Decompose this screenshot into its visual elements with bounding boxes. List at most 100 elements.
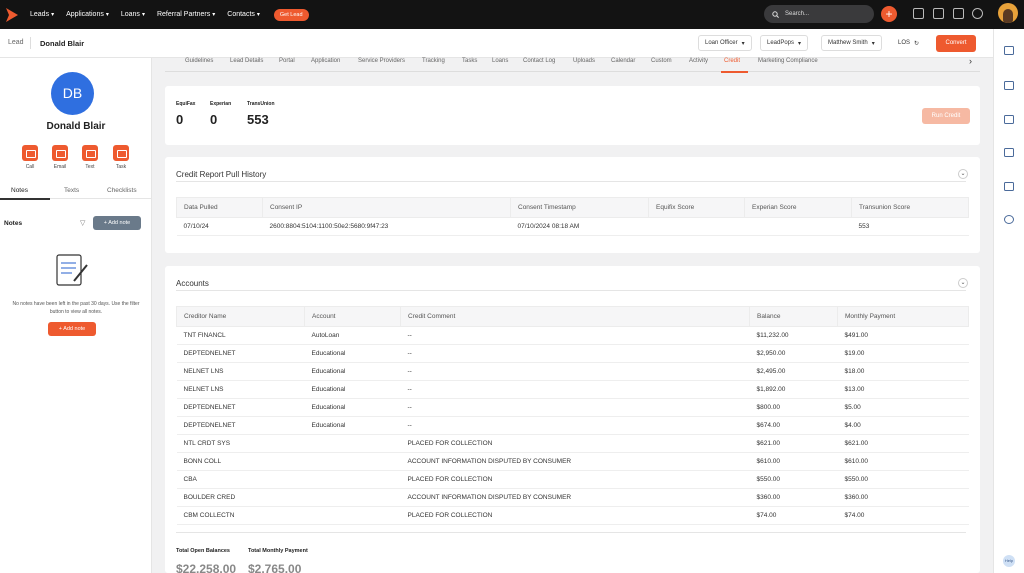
add-note-button[interactable]: + Add note — [93, 216, 141, 230]
tab-lead-details[interactable]: Lead Details — [230, 58, 263, 64]
text-button[interactable]: Text — [80, 145, 100, 170]
phone-icon[interactable] — [1004, 215, 1014, 224]
column-header: Credit Comment — [400, 306, 750, 327]
notes-icon[interactable] — [1004, 46, 1014, 55]
collapse-icon[interactable]: ⌄ — [958, 278, 968, 288]
call-button[interactable]: Call — [20, 145, 40, 170]
table-cell — [304, 470, 401, 489]
leadpops-select[interactable]: LeadPops ▾ — [760, 35, 809, 51]
nav-loans[interactable]: Loans ▾ — [121, 11, 145, 18]
email-button[interactable]: Email — [50, 145, 70, 170]
table-cell: $74.00 — [837, 506, 969, 525]
task-button[interactable]: Task — [111, 145, 131, 170]
table-cell: $674.00 — [749, 416, 838, 435]
column-header: Equifix Score — [648, 197, 745, 218]
table-row: BONN COLL ACCOUNT INFORMATION DISPUTED BY… — [176, 452, 969, 471]
breadcrumb-lead[interactable]: Lead — [8, 39, 24, 46]
tab-tasks[interactable]: Tasks — [462, 58, 477, 64]
table-cell: $550.00 — [837, 470, 969, 489]
tab-application[interactable]: Application — [311, 58, 340, 64]
table-cell: DEPTEDNELNET — [176, 416, 305, 435]
add-note-button-empty[interactable]: + Add note — [48, 322, 96, 336]
nav-leads[interactable]: Leads ▾ — [30, 11, 54, 18]
document-icon[interactable] — [933, 8, 944, 19]
chevron-down-icon: ▾ — [141, 12, 145, 18]
nav-contacts[interactable]: Contacts ▾ — [227, 11, 260, 18]
column-header: Creditor Name — [176, 306, 305, 327]
table-cell: BONN COLL — [176, 452, 305, 471]
checklist-icon[interactable] — [1004, 81, 1014, 90]
table-cell: -- — [400, 326, 750, 345]
filter-icon[interactable]: ▽ — [80, 219, 85, 227]
column-header: Balance — [749, 306, 838, 327]
avatar: DB — [51, 72, 94, 115]
header-bar: Lead Donald Blair Loan Officer ▾ LeadPops… — [0, 29, 993, 58]
table-cell: $550.00 — [749, 470, 838, 489]
monitor-icon[interactable] — [953, 8, 964, 19]
tab-activity[interactable]: Activity — [689, 58, 708, 64]
tab-service-providers[interactable]: Service Providers — [358, 58, 405, 64]
tab-loans[interactable]: Loans — [492, 58, 508, 64]
convert-button[interactable]: Convert — [936, 35, 976, 52]
message-icon[interactable] — [1004, 182, 1014, 191]
phone-icon — [22, 145, 38, 161]
chevron-down-icon: ▾ — [256, 12, 260, 18]
table-cell: 553 — [851, 217, 969, 236]
tab-tracking[interactable]: Tracking — [422, 58, 445, 64]
column-header: Account — [304, 306, 401, 327]
column-header: Data Pulled — [176, 197, 263, 218]
table-cell: ACCOUNT INFORMATION DISPUTED BY CONSUMER — [400, 488, 750, 507]
loan-officer-select[interactable]: Loan Officer ▾ — [698, 35, 752, 51]
refresh-icon: ↻ — [914, 40, 920, 47]
logo-icon[interactable] — [6, 7, 18, 22]
tab-credit[interactable]: Credit — [724, 58, 740, 64]
tab-uploads[interactable]: Uploads — [573, 58, 595, 64]
history-table: Data Pulled Consent IP Consent Timestamp… — [176, 197, 969, 236]
page-title: Donald Blair — [40, 39, 85, 48]
tab-custom[interactable]: Custom — [651, 58, 672, 64]
calculator-icon[interactable] — [913, 8, 924, 19]
chevron-down-icon: ▾ — [212, 12, 216, 18]
gear-icon[interactable] — [972, 8, 983, 19]
user-select[interactable]: Matthew Smith ▾ — [821, 35, 882, 51]
accounts-card: Accounts ⌄ Creditor Name Account Credit … — [165, 266, 980, 573]
chevron-right-icon[interactable]: › — [969, 56, 972, 66]
tab-guidelines[interactable]: Guidelines — [185, 58, 213, 64]
tab-contact-log[interactable]: Contact Log — [523, 58, 555, 64]
credit-pull-history-card: Credit Report Pull History ⌄ Data Pulled… — [165, 157, 980, 253]
breadcrumb-divider — [30, 37, 31, 49]
tab-marketing-compliance[interactable]: Marketing Compliance — [758, 58, 818, 64]
collapse-icon[interactable]: ⌄ — [958, 169, 968, 179]
nav-referral-partners[interactable]: Referral Partners ▾ — [157, 11, 215, 18]
nav-applications[interactable]: Applications ▾ — [66, 11, 109, 18]
help-button[interactable]: Help — [1003, 555, 1015, 567]
user-avatar[interactable] — [998, 3, 1018, 23]
table-cell: -- — [400, 398, 750, 417]
tab-checklists[interactable]: Checklists — [107, 187, 137, 194]
search-input[interactable]: Search... — [764, 5, 874, 23]
los-button[interactable]: LOS ↻ — [892, 35, 925, 51]
chevron-down-icon: ▾ — [871, 40, 875, 47]
add-button[interactable]: + — [881, 6, 897, 22]
tab-notes[interactable]: Notes — [11, 187, 28, 194]
divider — [176, 181, 966, 182]
get-lead-button[interactable]: Get Lead — [273, 8, 309, 21]
run-credit-button[interactable]: Run Credit — [922, 108, 970, 124]
tab-portal[interactable]: Portal — [279, 58, 295, 64]
table-cell: Educational — [304, 362, 401, 381]
tab-texts[interactable]: Texts — [64, 187, 79, 194]
table-row: BOULDER CRED ACCOUNT INFORMATION DISPUTED… — [176, 488, 969, 507]
table-cell: $360.00 — [837, 488, 969, 507]
table-cell: $11,232.00 — [749, 326, 838, 345]
table-cell: 07/10/2024 08:18 AM — [510, 217, 649, 236]
table-cell: $18.00 — [837, 362, 969, 381]
table-cell — [304, 506, 401, 525]
table-cell: ACCOUNT INFORMATION DISPUTED BY CONSUMER — [400, 452, 750, 471]
chevron-down-icon: ▾ — [105, 12, 109, 18]
tab-calendar[interactable]: Calendar — [611, 58, 635, 64]
table-cell: $2,950.00 — [749, 344, 838, 363]
calendar-icon[interactable] — [1004, 115, 1014, 124]
chevron-down-icon: ▾ — [51, 12, 55, 18]
mail-icon[interactable] — [1004, 148, 1014, 157]
table-row: NTL CRDT SYS PLACED FOR COLLECTION $621.00… — [176, 434, 969, 453]
